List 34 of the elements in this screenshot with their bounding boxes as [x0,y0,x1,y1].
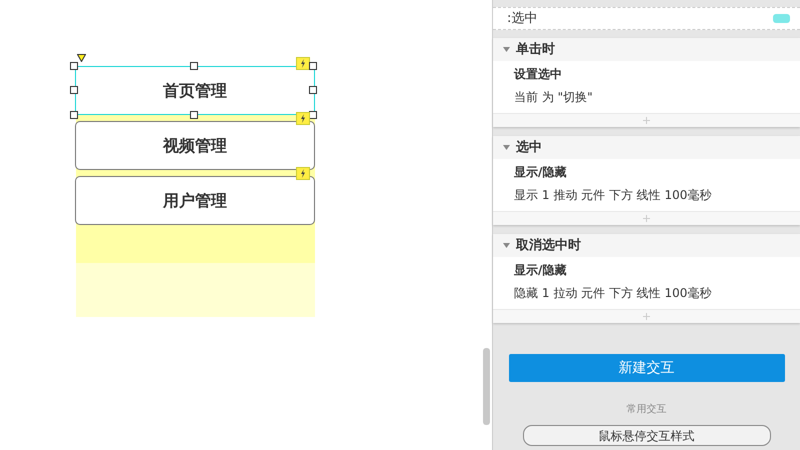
scrollbar-thumb[interactable] [483,348,490,425]
lightning-icon[interactable] [296,112,310,125]
collapse-caret-icon[interactable] [503,145,510,150]
state-label: :选中 [507,10,538,28]
event-name[interactable]: 单击时 [516,40,555,60]
plus-icon [643,117,650,124]
action-title[interactable]: 显示/隐藏 [514,163,779,182]
resize-handle[interactable] [70,111,78,119]
state-row[interactable]: :选中 [493,7,800,30]
plus-icon [643,215,650,222]
action-detail: 隐藏 1 拉动 元件 下方 线性 100毫秒 [514,285,712,302]
lightning-icon[interactable] [296,57,310,70]
collapse-caret-icon[interactable] [503,47,510,52]
hover-style-button[interactable]: 鼠标悬停交互样式 [522,425,770,446]
action-detail: 显示 1 推动 元件 下方 线性 100毫秒 [514,187,712,204]
triangle-marker-icon [77,54,86,62]
menu-widget[interactable]: 首页管理 [75,66,315,115]
menu-widget[interactable]: 视频管理 [75,121,315,170]
resize-handle[interactable] [70,62,78,70]
event-name[interactable]: 取消选中时 [516,236,581,256]
resize-handle[interactable] [70,86,78,94]
resize-handle[interactable] [309,86,317,94]
section-label: 常用交互 [626,402,668,417]
action-title[interactable]: 设置选中 [514,65,779,84]
action-detail: 当前 为 "切换" [514,89,594,106]
event-name[interactable]: 选中 [516,138,542,158]
lightning-icon[interactable] [296,167,310,180]
resize-handle[interactable] [309,62,317,70]
collapse-caret-icon[interactable] [503,243,510,248]
menu-widget[interactable]: 用户管理 [75,176,315,225]
plus-icon [643,313,650,320]
resize-handle[interactable] [190,62,198,70]
action-title[interactable]: 显示/隐藏 [514,261,779,280]
resize-handle[interactable] [190,111,198,119]
